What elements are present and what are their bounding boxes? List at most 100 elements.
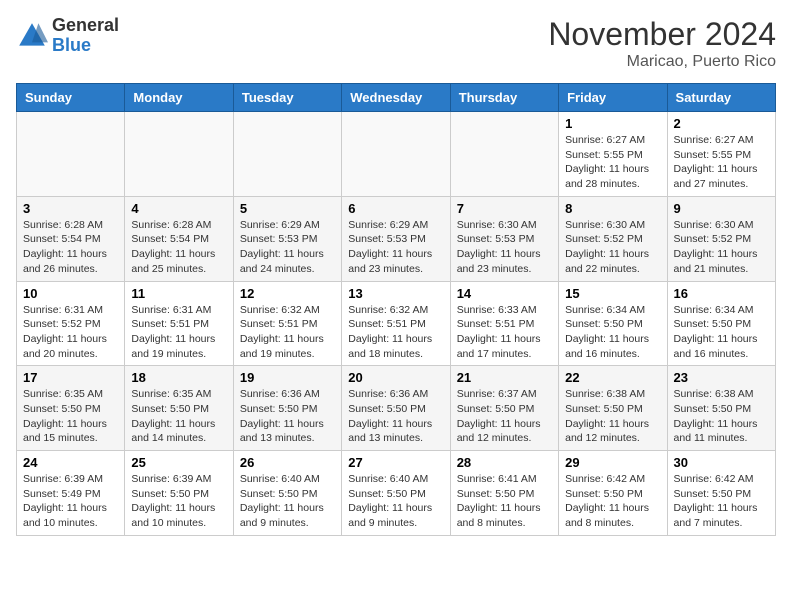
day-info: Sunrise: 6:30 AM Sunset: 5:52 PM Dayligh… — [565, 218, 660, 277]
calendar-day-cell: 23Sunrise: 6:38 AM Sunset: 5:50 PM Dayli… — [667, 366, 775, 451]
day-info: Sunrise: 6:33 AM Sunset: 5:51 PM Dayligh… — [457, 303, 552, 362]
calendar-week-row: 10Sunrise: 6:31 AM Sunset: 5:52 PM Dayli… — [17, 281, 776, 366]
day-info: Sunrise: 6:42 AM Sunset: 5:50 PM Dayligh… — [565, 472, 660, 531]
calendar-header: SundayMondayTuesdayWednesdayThursdayFrid… — [17, 84, 776, 112]
day-info: Sunrise: 6:36 AM Sunset: 5:50 PM Dayligh… — [240, 387, 335, 446]
calendar-day-cell: 20Sunrise: 6:36 AM Sunset: 5:50 PM Dayli… — [342, 366, 450, 451]
calendar-day-cell: 6 Sunrise: 6:29 AM Sunset: 5:53 PM Daylig… — [342, 196, 450, 281]
day-info: Sunrise: 6:31 AM Sunset: 5:52 PM Dayligh… — [23, 303, 118, 362]
title-block: November 2024 Maricao, Puerto Rico — [548, 16, 776, 71]
day-info: Sunrise: 6:29 AM Sunset: 5:53 PM Dayligh… — [240, 218, 335, 277]
day-info: Sunrise: 6:30 AM Sunset: 5:53 PM Dayligh… — [457, 218, 552, 277]
calendar-day-cell: 19 Sunrise: 6:36 AM Sunset: 5:50 PM Dayli… — [233, 366, 341, 451]
calendar-day-cell: 16Sunrise: 6:34 AM Sunset: 5:50 PM Dayli… — [667, 281, 775, 366]
calendar-week-row: 1 Sunrise: 6:27 AM Sunset: 5:55 PM Daylig… — [17, 112, 776, 197]
day-info: Sunrise: 6:40 AM Sunset: 5:50 PM Dayligh… — [348, 472, 443, 531]
calendar-day-cell: 9 Sunrise: 6:30 AM Sunset: 5:52 PM Daylig… — [667, 196, 775, 281]
day-info: Sunrise: 6:38 AM Sunset: 5:50 PM Dayligh… — [674, 387, 769, 446]
calendar-day-cell: 29 Sunrise: 6:42 AM Sunset: 5:50 PM Dayli… — [559, 451, 667, 536]
logo-text: General Blue — [52, 16, 119, 56]
day-info: Sunrise: 6:39 AM Sunset: 5:50 PM Dayligh… — [131, 472, 226, 531]
calendar-day-cell: 30Sunrise: 6:42 AM Sunset: 5:50 PM Dayli… — [667, 451, 775, 536]
calendar-day-cell: 2 Sunrise: 6:27 AM Sunset: 5:55 PM Daylig… — [667, 112, 775, 197]
day-number: 14 — [457, 286, 552, 301]
day-number: 29 — [565, 455, 660, 470]
calendar-day-cell: 26 Sunrise: 6:40 AM Sunset: 5:50 PM Dayli… — [233, 451, 341, 536]
day-info: Sunrise: 6:34 AM Sunset: 5:50 PM Dayligh… — [565, 303, 660, 362]
day-number: 13 — [348, 286, 443, 301]
weekday-header-tuesday: Tuesday — [233, 84, 341, 112]
day-number: 25 — [131, 455, 226, 470]
location: Maricao, Puerto Rico — [548, 53, 776, 71]
calendar-day-cell: 7 Sunrise: 6:30 AM Sunset: 5:53 PM Daylig… — [450, 196, 558, 281]
day-number: 2 — [674, 116, 769, 131]
calendar-day-cell: 12Sunrise: 6:32 AM Sunset: 5:51 PM Dayli… — [233, 281, 341, 366]
day-info: Sunrise: 6:28 AM Sunset: 5:54 PM Dayligh… — [23, 218, 118, 277]
calendar-day-cell — [125, 112, 233, 197]
calendar-day-cell — [450, 112, 558, 197]
calendar-day-cell — [233, 112, 341, 197]
day-info: Sunrise: 6:39 AM Sunset: 5:49 PM Dayligh… — [23, 472, 118, 531]
calendar-day-cell: 25 Sunrise: 6:39 AM Sunset: 5:50 PM Dayli… — [125, 451, 233, 536]
day-number: 4 — [131, 201, 226, 216]
weekday-header-monday: Monday — [125, 84, 233, 112]
day-number: 15 — [565, 286, 660, 301]
logo-blue: Blue — [52, 36, 119, 56]
calendar-day-cell: 21Sunrise: 6:37 AM Sunset: 5:50 PM Dayli… — [450, 366, 558, 451]
weekday-header-friday: Friday — [559, 84, 667, 112]
calendar-day-cell: 13 Sunrise: 6:32 AM Sunset: 5:51 PM Dayli… — [342, 281, 450, 366]
day-number: 19 — [240, 370, 335, 385]
calendar-day-cell: 8 Sunrise: 6:30 AM Sunset: 5:52 PM Daylig… — [559, 196, 667, 281]
calendar-day-cell: 17 Sunrise: 6:35 AM Sunset: 5:50 PM Dayli… — [17, 366, 125, 451]
day-number: 6 — [348, 201, 443, 216]
day-info: Sunrise: 6:30 AM Sunset: 5:52 PM Dayligh… — [674, 218, 769, 277]
weekday-header-saturday: Saturday — [667, 84, 775, 112]
logo-icon — [16, 20, 48, 52]
day-number: 22 — [565, 370, 660, 385]
calendar-day-cell: 15 Sunrise: 6:34 AM Sunset: 5:50 PM Dayli… — [559, 281, 667, 366]
weekday-header-sunday: Sunday — [17, 84, 125, 112]
weekday-header-row: SundayMondayTuesdayWednesdayThursdayFrid… — [17, 84, 776, 112]
day-number: 26 — [240, 455, 335, 470]
calendar-day-cell: 4 Sunrise: 6:28 AM Sunset: 5:54 PM Daylig… — [125, 196, 233, 281]
day-info: Sunrise: 6:29 AM Sunset: 5:53 PM Dayligh… — [348, 218, 443, 277]
calendar-day-cell: 14 Sunrise: 6:33 AM Sunset: 5:51 PM Dayli… — [450, 281, 558, 366]
day-number: 8 — [565, 201, 660, 216]
calendar-day-cell: 5 Sunrise: 6:29 AM Sunset: 5:53 PM Daylig… — [233, 196, 341, 281]
day-info: Sunrise: 6:28 AM Sunset: 5:54 PM Dayligh… — [131, 218, 226, 277]
day-number: 9 — [674, 201, 769, 216]
day-number: 17 — [23, 370, 118, 385]
day-number: 12 — [240, 286, 335, 301]
calendar-day-cell: 22 Sunrise: 6:38 AM Sunset: 5:50 PM Dayli… — [559, 366, 667, 451]
day-info: Sunrise: 6:38 AM Sunset: 5:50 PM Dayligh… — [565, 387, 660, 446]
calendar-body: 1 Sunrise: 6:27 AM Sunset: 5:55 PM Daylig… — [17, 112, 776, 536]
day-info: Sunrise: 6:27 AM Sunset: 5:55 PM Dayligh… — [674, 133, 769, 192]
logo: General Blue — [16, 16, 119, 56]
calendar-day-cell: 1Sunrise: 6:27 AM Sunset: 5:55 PM Daylig… — [559, 112, 667, 197]
calendar-day-cell: 27 Sunrise: 6:40 AM Sunset: 5:50 PM Dayli… — [342, 451, 450, 536]
calendar-week-row: 17 Sunrise: 6:35 AM Sunset: 5:50 PM Dayli… — [17, 366, 776, 451]
calendar-day-cell: 11Sunrise: 6:31 AM Sunset: 5:51 PM Dayli… — [125, 281, 233, 366]
day-number: 18 — [131, 370, 226, 385]
day-info: Sunrise: 6:35 AM Sunset: 5:50 PM Dayligh… — [131, 387, 226, 446]
day-info: Sunrise: 6:42 AM Sunset: 5:50 PM Dayligh… — [674, 472, 769, 531]
day-number: 24 — [23, 455, 118, 470]
day-number: 27 — [348, 455, 443, 470]
day-info: Sunrise: 6:34 AM Sunset: 5:50 PM Dayligh… — [674, 303, 769, 362]
day-info: Sunrise: 6:37 AM Sunset: 5:50 PM Dayligh… — [457, 387, 552, 446]
calendar-week-row: 24 Sunrise: 6:39 AM Sunset: 5:49 PM Dayli… — [17, 451, 776, 536]
day-number: 5 — [240, 201, 335, 216]
calendar-day-cell: 28Sunrise: 6:41 AM Sunset: 5:50 PM Dayli… — [450, 451, 558, 536]
day-number: 7 — [457, 201, 552, 216]
weekday-header-wednesday: Wednesday — [342, 84, 450, 112]
day-info: Sunrise: 6:41 AM Sunset: 5:50 PM Dayligh… — [457, 472, 552, 531]
logo-general: General — [52, 16, 119, 36]
calendar-day-cell: 3Sunrise: 6:28 AM Sunset: 5:54 PM Daylig… — [17, 196, 125, 281]
calendar-day-cell: 18 Sunrise: 6:35 AM Sunset: 5:50 PM Dayli… — [125, 366, 233, 451]
calendar-table: SundayMondayTuesdayWednesdayThursdayFrid… — [16, 83, 776, 536]
day-info: Sunrise: 6:35 AM Sunset: 5:50 PM Dayligh… — [23, 387, 118, 446]
day-info: Sunrise: 6:32 AM Sunset: 5:51 PM Dayligh… — [348, 303, 443, 362]
day-number: 1 — [565, 116, 660, 131]
day-info: Sunrise: 6:40 AM Sunset: 5:50 PM Dayligh… — [240, 472, 335, 531]
calendar-day-cell: 10Sunrise: 6:31 AM Sunset: 5:52 PM Dayli… — [17, 281, 125, 366]
